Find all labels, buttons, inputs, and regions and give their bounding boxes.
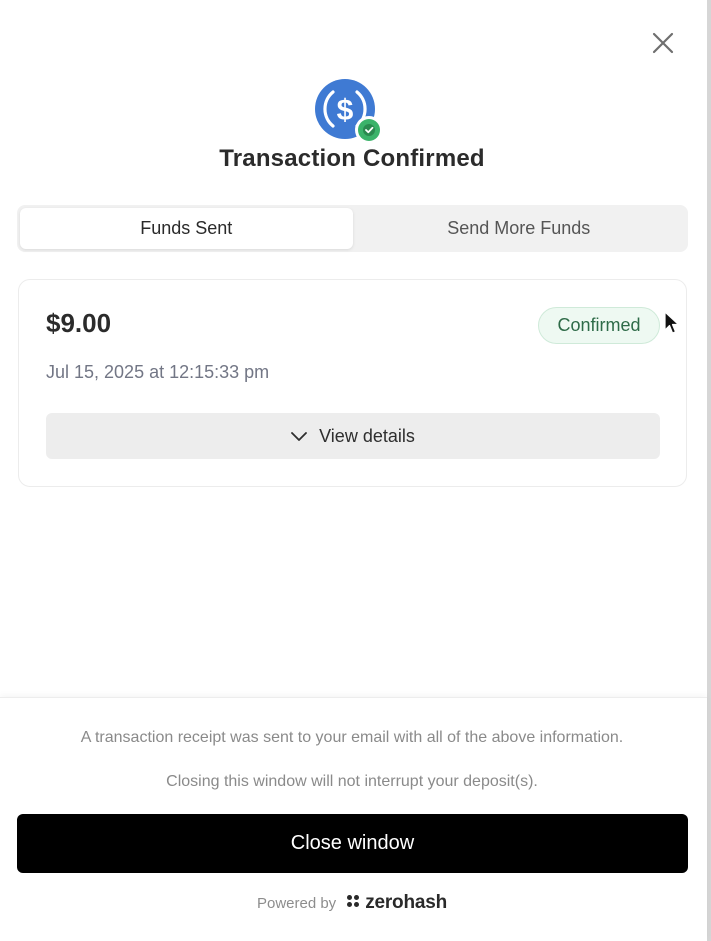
close-icon[interactable] <box>646 26 680 60</box>
transaction-date: Jul 15, 2025 at 12:15:33 pm <box>46 362 270 382</box>
view-details-button[interactable]: View details <box>46 413 660 459</box>
brand-name: zerohash <box>365 892 448 913</box>
close-window-button[interactable]: Close window <box>17 814 688 873</box>
mouse-pointer-icon <box>664 311 680 335</box>
status-badge: Confirmed <box>538 307 660 344</box>
transaction-dialog: $ Transaction Confirmed Funds Sent Send … <box>0 0 711 941</box>
svg-text:$: $ <box>337 94 354 127</box>
receipt-note: A transaction receipt was sent to your e… <box>80 729 624 746</box>
page-title: Transaction Confirmed <box>219 145 485 172</box>
usdc-dollar-icon: $ <box>313 78 385 146</box>
check-badge-icon <box>355 116 383 144</box>
tab-send-more-funds[interactable]: Send More Funds <box>353 208 686 249</box>
powered-by: Powered by zerohash <box>0 892 704 914</box>
window-edge <box>707 0 711 941</box>
chevron-down-icon <box>291 426 308 447</box>
view-details-label: View details <box>319 425 415 446</box>
powered-by-label: Powered by <box>256 894 337 912</box>
closing-note: Closing this window will not interrupt y… <box>166 773 538 790</box>
brand-logo[interactable]: zerohash <box>346 892 447 914</box>
transaction-amount: $9.00 <box>46 308 112 338</box>
transaction-card: $9.00 Confirmed Jul 15, 2025 at 12:15:33… <box>18 279 687 487</box>
tab-bar: Funds Sent Send More Funds <box>17 205 688 252</box>
tab-funds-sent[interactable]: Funds Sent <box>20 208 353 249</box>
zerohash-logo-icon <box>346 894 360 913</box>
dialog-footer: A transaction receipt was sent to your e… <box>0 697 707 941</box>
